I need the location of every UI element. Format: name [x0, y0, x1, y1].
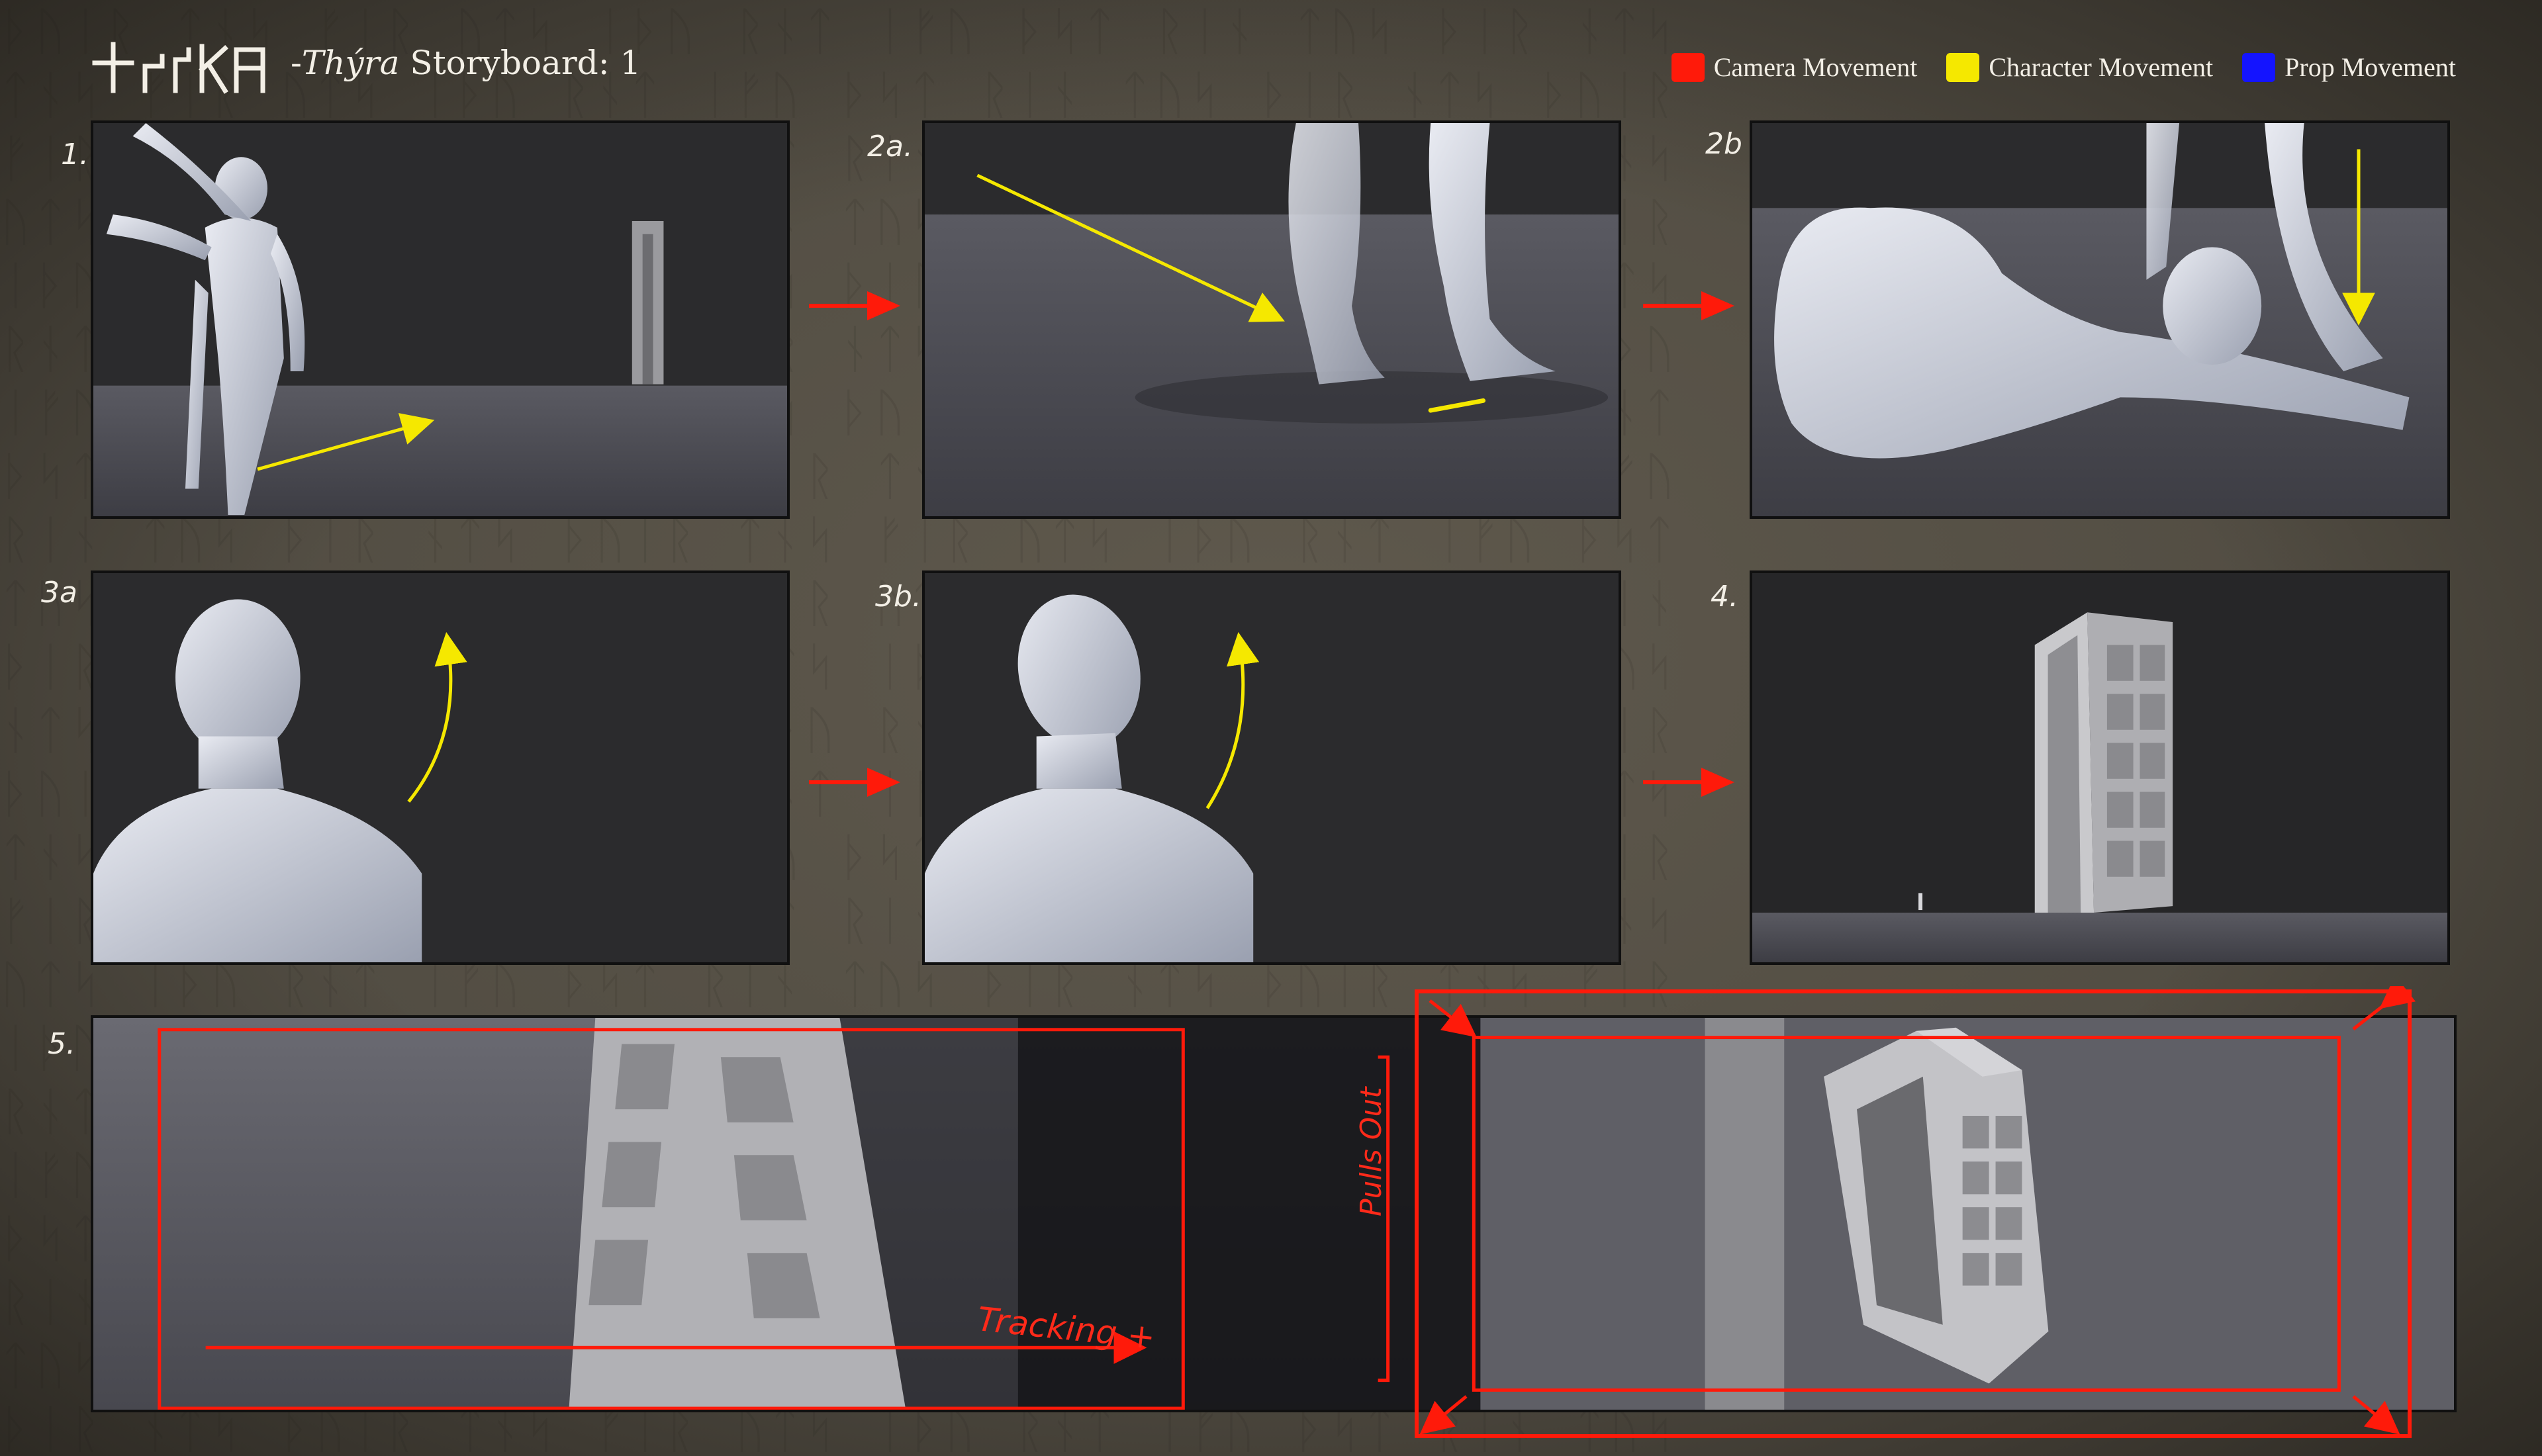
panel-3b — [922, 570, 1621, 965]
legend-label: Camera Movement — [1713, 52, 1918, 82]
legend-character-movement: Character Movement — [1946, 52, 2213, 83]
legend-label: Prop Movement — [2284, 52, 2456, 82]
panel-4 — [1750, 570, 2450, 965]
pulls-out-note: Pulls Out — [1354, 1087, 1388, 1216]
sequence-arrow — [809, 768, 900, 797]
storyboard-header: -Thýra Storyboard: 1 — [89, 26, 641, 99]
title-dash: - — [291, 44, 302, 82]
monolith — [2034, 612, 2173, 913]
panel-2b-scene — [1752, 123, 2447, 516]
sequence-arrow — [1643, 768, 1734, 797]
panel-5-number: 5. — [48, 1027, 75, 1061]
panel-3b-number: 3b. — [875, 580, 921, 614]
panel-3b-scene — [925, 573, 1619, 962]
panel-2b — [1750, 120, 2450, 519]
camera-pull-out-frame — [1415, 986, 2416, 1438]
character-color-swatch — [1946, 52, 1980, 82]
title-thyra: Thýra — [301, 44, 400, 82]
panel-2a — [922, 120, 1621, 519]
panel-1-number: 1. — [61, 138, 89, 171]
legend-camera-movement: Camera Movement — [1671, 52, 1918, 83]
panel-3a-scene — [93, 573, 787, 962]
title-storyboard: Storyboard: 1 — [399, 44, 641, 82]
camera-color-swatch — [1671, 52, 1705, 82]
legend-label: Character Movement — [1989, 52, 2214, 82]
panel-2a-number: 2a. — [867, 130, 913, 163]
panel-1-scene — [93, 123, 787, 516]
sequence-arrow — [1643, 291, 1734, 320]
panel-4-number: 4. — [1711, 580, 1738, 614]
sequence-arrow — [809, 291, 900, 320]
panel-3a-number: 3a — [41, 576, 77, 610]
prop-color-swatch — [2242, 52, 2276, 82]
panel-2b-number: 2b — [1705, 127, 1742, 161]
thyra-logo-glyphs — [92, 42, 265, 94]
panel-2a-scene — [925, 123, 1619, 516]
panel-4-scene — [1752, 573, 2447, 962]
tiny-figure — [1918, 893, 1923, 911]
storyboard-title: -Thýra Storyboard: 1 — [291, 44, 641, 82]
panel-1 — [91, 120, 790, 519]
legend-prop-movement: Prop Movement — [2242, 52, 2456, 83]
panel-3a — [91, 570, 790, 965]
legend: Camera Movement Character Movement Prop … — [1671, 52, 2456, 83]
